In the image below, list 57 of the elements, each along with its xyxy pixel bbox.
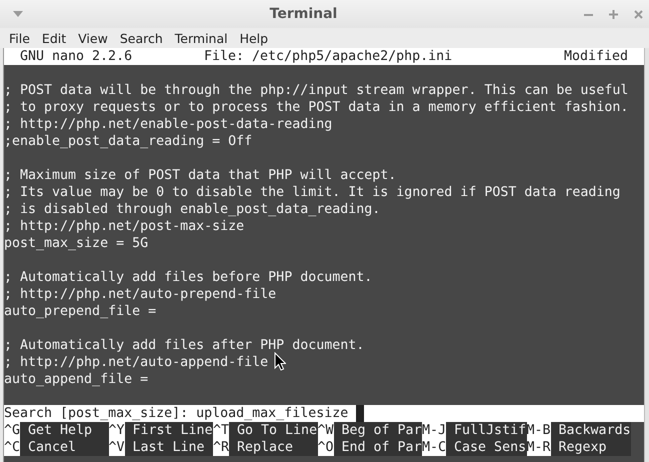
code-line: ; Maximum size of POST data that PHP will accept.	[4, 167, 396, 184]
shortcut-label: End of Par	[334, 439, 422, 456]
shortcut-label: Backwards	[550, 422, 631, 439]
code-line: post_max_size = 5G	[4, 235, 148, 252]
code-line: auto_append_file =	[4, 371, 148, 388]
shortcut-label: Case Sens	[446, 439, 526, 456]
code-line: ;enable_post_data_reading = Off	[4, 133, 252, 150]
code-line: ; Automatically add files after PHP document.	[4, 337, 364, 354]
code-line: ; POST data will be through the php://input stream wrapper. This can be useful	[4, 82, 628, 99]
code-line: ; Its value may be 0 to disable the limit. It is ignored if POST data reading	[4, 184, 620, 201]
code-line: ; http://php.net/auto-append-file	[4, 354, 268, 371]
dropdown-arrow-icon[interactable]	[13, 11, 23, 17]
shortcut-key: ^V	[108, 439, 125, 456]
menu-item[interactable]: Help	[234, 30, 274, 46]
code-line: ; to proxy requests or to process the POST data in a memory efficient fashion.	[4, 99, 628, 116]
shortcut-key: ^T	[213, 422, 230, 439]
shortcut-label: Cancel	[20, 439, 108, 456]
file-path: File: /etc/php5/apache2/php.ini	[204, 48, 454, 65]
shortcut-key: M-C	[422, 439, 446, 456]
search-prompt: Search [post_max_size]:	[4, 405, 188, 422]
shortcut-key: ^R	[213, 439, 230, 456]
shortcut-key: M-B	[526, 422, 551, 439]
search-field[interactable]: upload_max_filesize	[196, 405, 348, 422]
scrollbar[interactable]	[644, 48, 649, 462]
shortcut-key: M-J	[422, 422, 446, 439]
code-line: ; http://php.net/auto-prepend-file	[4, 286, 276, 303]
shortcut-label: Get Help	[20, 422, 108, 439]
shortcut-label: Regexp	[550, 439, 631, 456]
shortcut-key: ^Y	[108, 422, 125, 439]
window-title: Terminal	[268, 6, 338, 22]
shortcut-label: Replace	[229, 439, 318, 456]
shortcut-key: ^W	[318, 422, 334, 439]
menu-item[interactable]: Edit	[36, 30, 72, 46]
maximize-icon[interactable]	[609, 10, 618, 18]
text-cursor	[356, 405, 364, 422]
editor-version: GNU nano 2.2.6	[20, 48, 134, 65]
shortcut-key: ^O	[318, 439, 334, 456]
shortcut-key: M-R	[526, 439, 551, 456]
code-line: auto_prepend_file =	[4, 303, 156, 320]
menu-item[interactable]: View	[72, 30, 114, 46]
shortcut-key: ^G	[4, 422, 20, 439]
modified-status: Modified	[564, 48, 630, 65]
code-line: ; http://php.net/post-max-size	[4, 218, 244, 235]
menu-item[interactable]: Search	[114, 30, 169, 46]
shortcut-label: FullJstif	[446, 422, 526, 439]
shortcut-label: Last Line	[124, 439, 213, 456]
menu-item[interactable]: Terminal	[168, 30, 234, 46]
code-line: ; is disabled through enable_post_data_reading.	[4, 201, 380, 218]
code-line: ; http://php.net/enable-post-data-reading	[4, 116, 332, 133]
close-icon[interactable]	[634, 10, 643, 18]
code-line: ; Automatically add files before PHP document.	[4, 269, 372, 286]
shortcut-key: ^C	[4, 439, 20, 456]
shortcut-label: Go To Line	[229, 422, 318, 439]
shortcut-label: First Line	[124, 422, 213, 439]
mouse-pointer-icon	[274, 352, 286, 371]
shortcut-label: Beg of Par	[334, 422, 422, 439]
menu-item[interactable]: File	[3, 30, 36, 46]
